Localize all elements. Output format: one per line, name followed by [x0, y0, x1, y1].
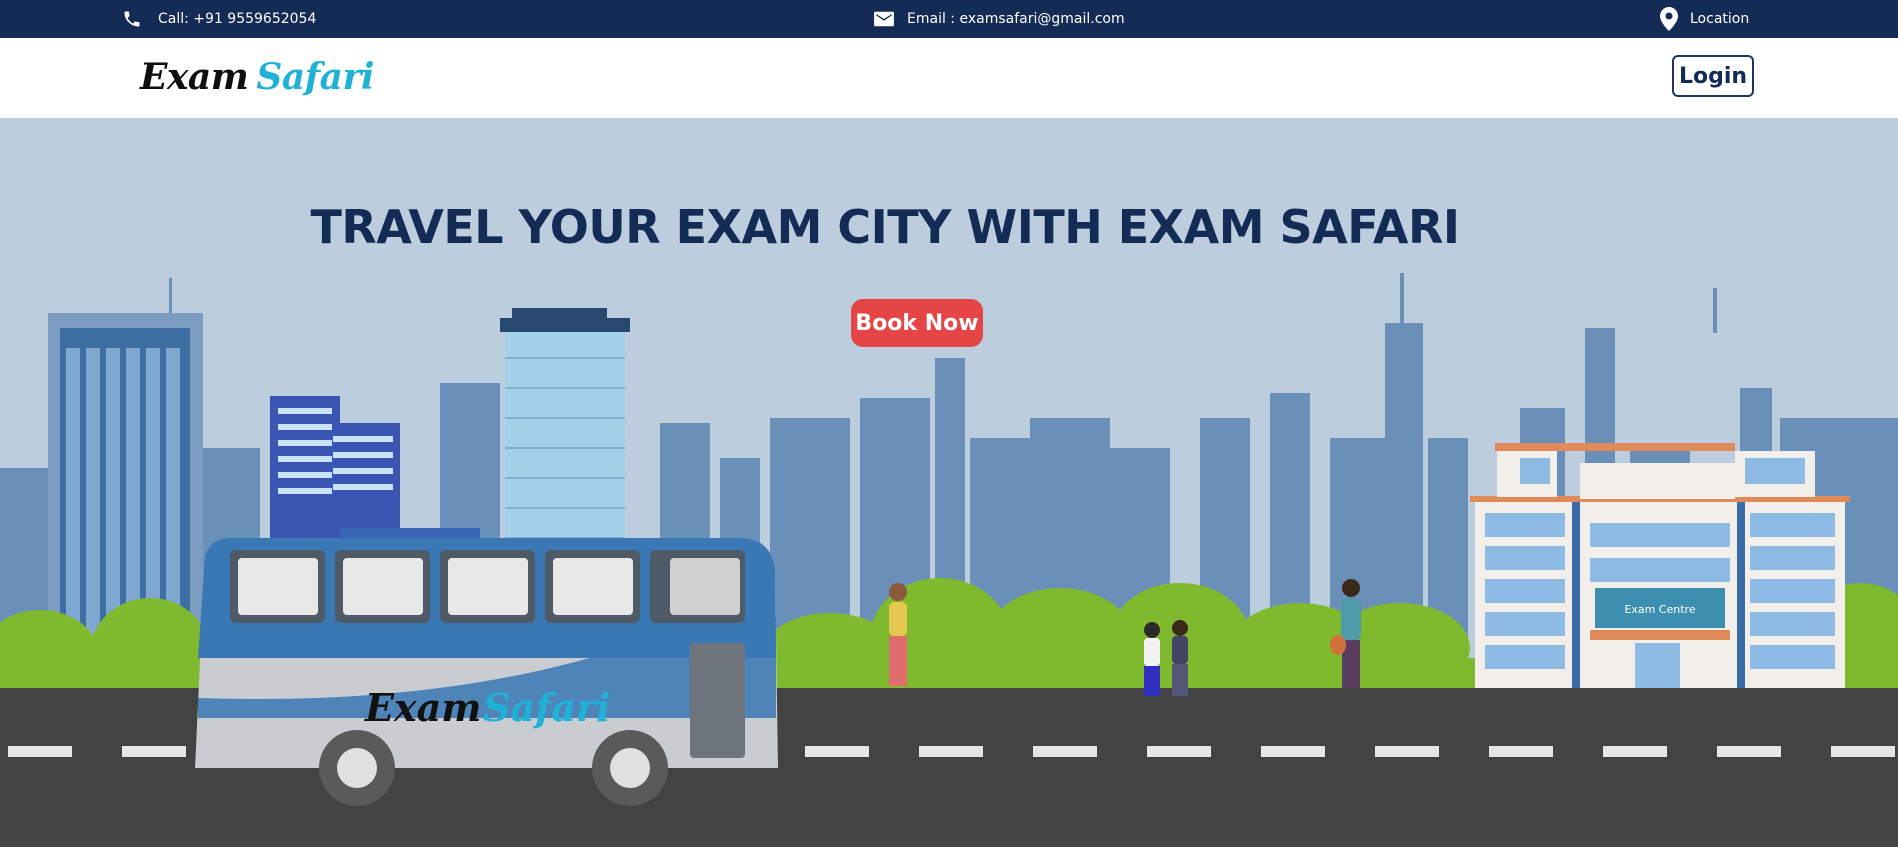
bus: Exam Safari	[195, 528, 778, 806]
contact-email[interactable]: Email : examsafari@gmail.com	[873, 0, 1125, 38]
contact-location[interactable]: Location	[1660, 0, 1749, 38]
exam-centre-building: Exam Centre	[1470, 443, 1850, 693]
contact-phone[interactable]: Call: +91 9559652054	[124, 0, 317, 38]
site-logo[interactable]: Exam Safari	[140, 56, 375, 98]
email-label: Email : examsafari@gmail.com	[907, 11, 1125, 27]
logo-word-safari: Safari	[256, 56, 375, 98]
map-pin-icon	[1660, 7, 1678, 31]
hero-banner: Exam Centre Exam Safari TRAVEL YOUR EXAM…	[0, 118, 1898, 847]
envelope-icon	[873, 10, 895, 28]
logo-word-exam: Exam	[140, 56, 249, 98]
top-contact-bar: Call: +91 9559652054 Email : examsafari@…	[0, 0, 1898, 38]
login-button[interactable]: Login	[1672, 55, 1754, 97]
main-navbar: Exam Safari Login	[0, 38, 1898, 118]
phone-label: Call: +91 9559652054	[158, 11, 317, 27]
book-now-button[interactable]: Book Now	[851, 299, 983, 347]
location-label: Location	[1690, 11, 1750, 27]
hero-title: TRAVEL YOUR EXAM CITY WITH EXAM SAFARI	[310, 200, 1460, 254]
bus-logo-exam: Exam	[364, 685, 481, 730]
exam-centre-sign: Exam Centre	[1624, 603, 1695, 616]
bus-logo-safari: Safari	[483, 685, 611, 730]
